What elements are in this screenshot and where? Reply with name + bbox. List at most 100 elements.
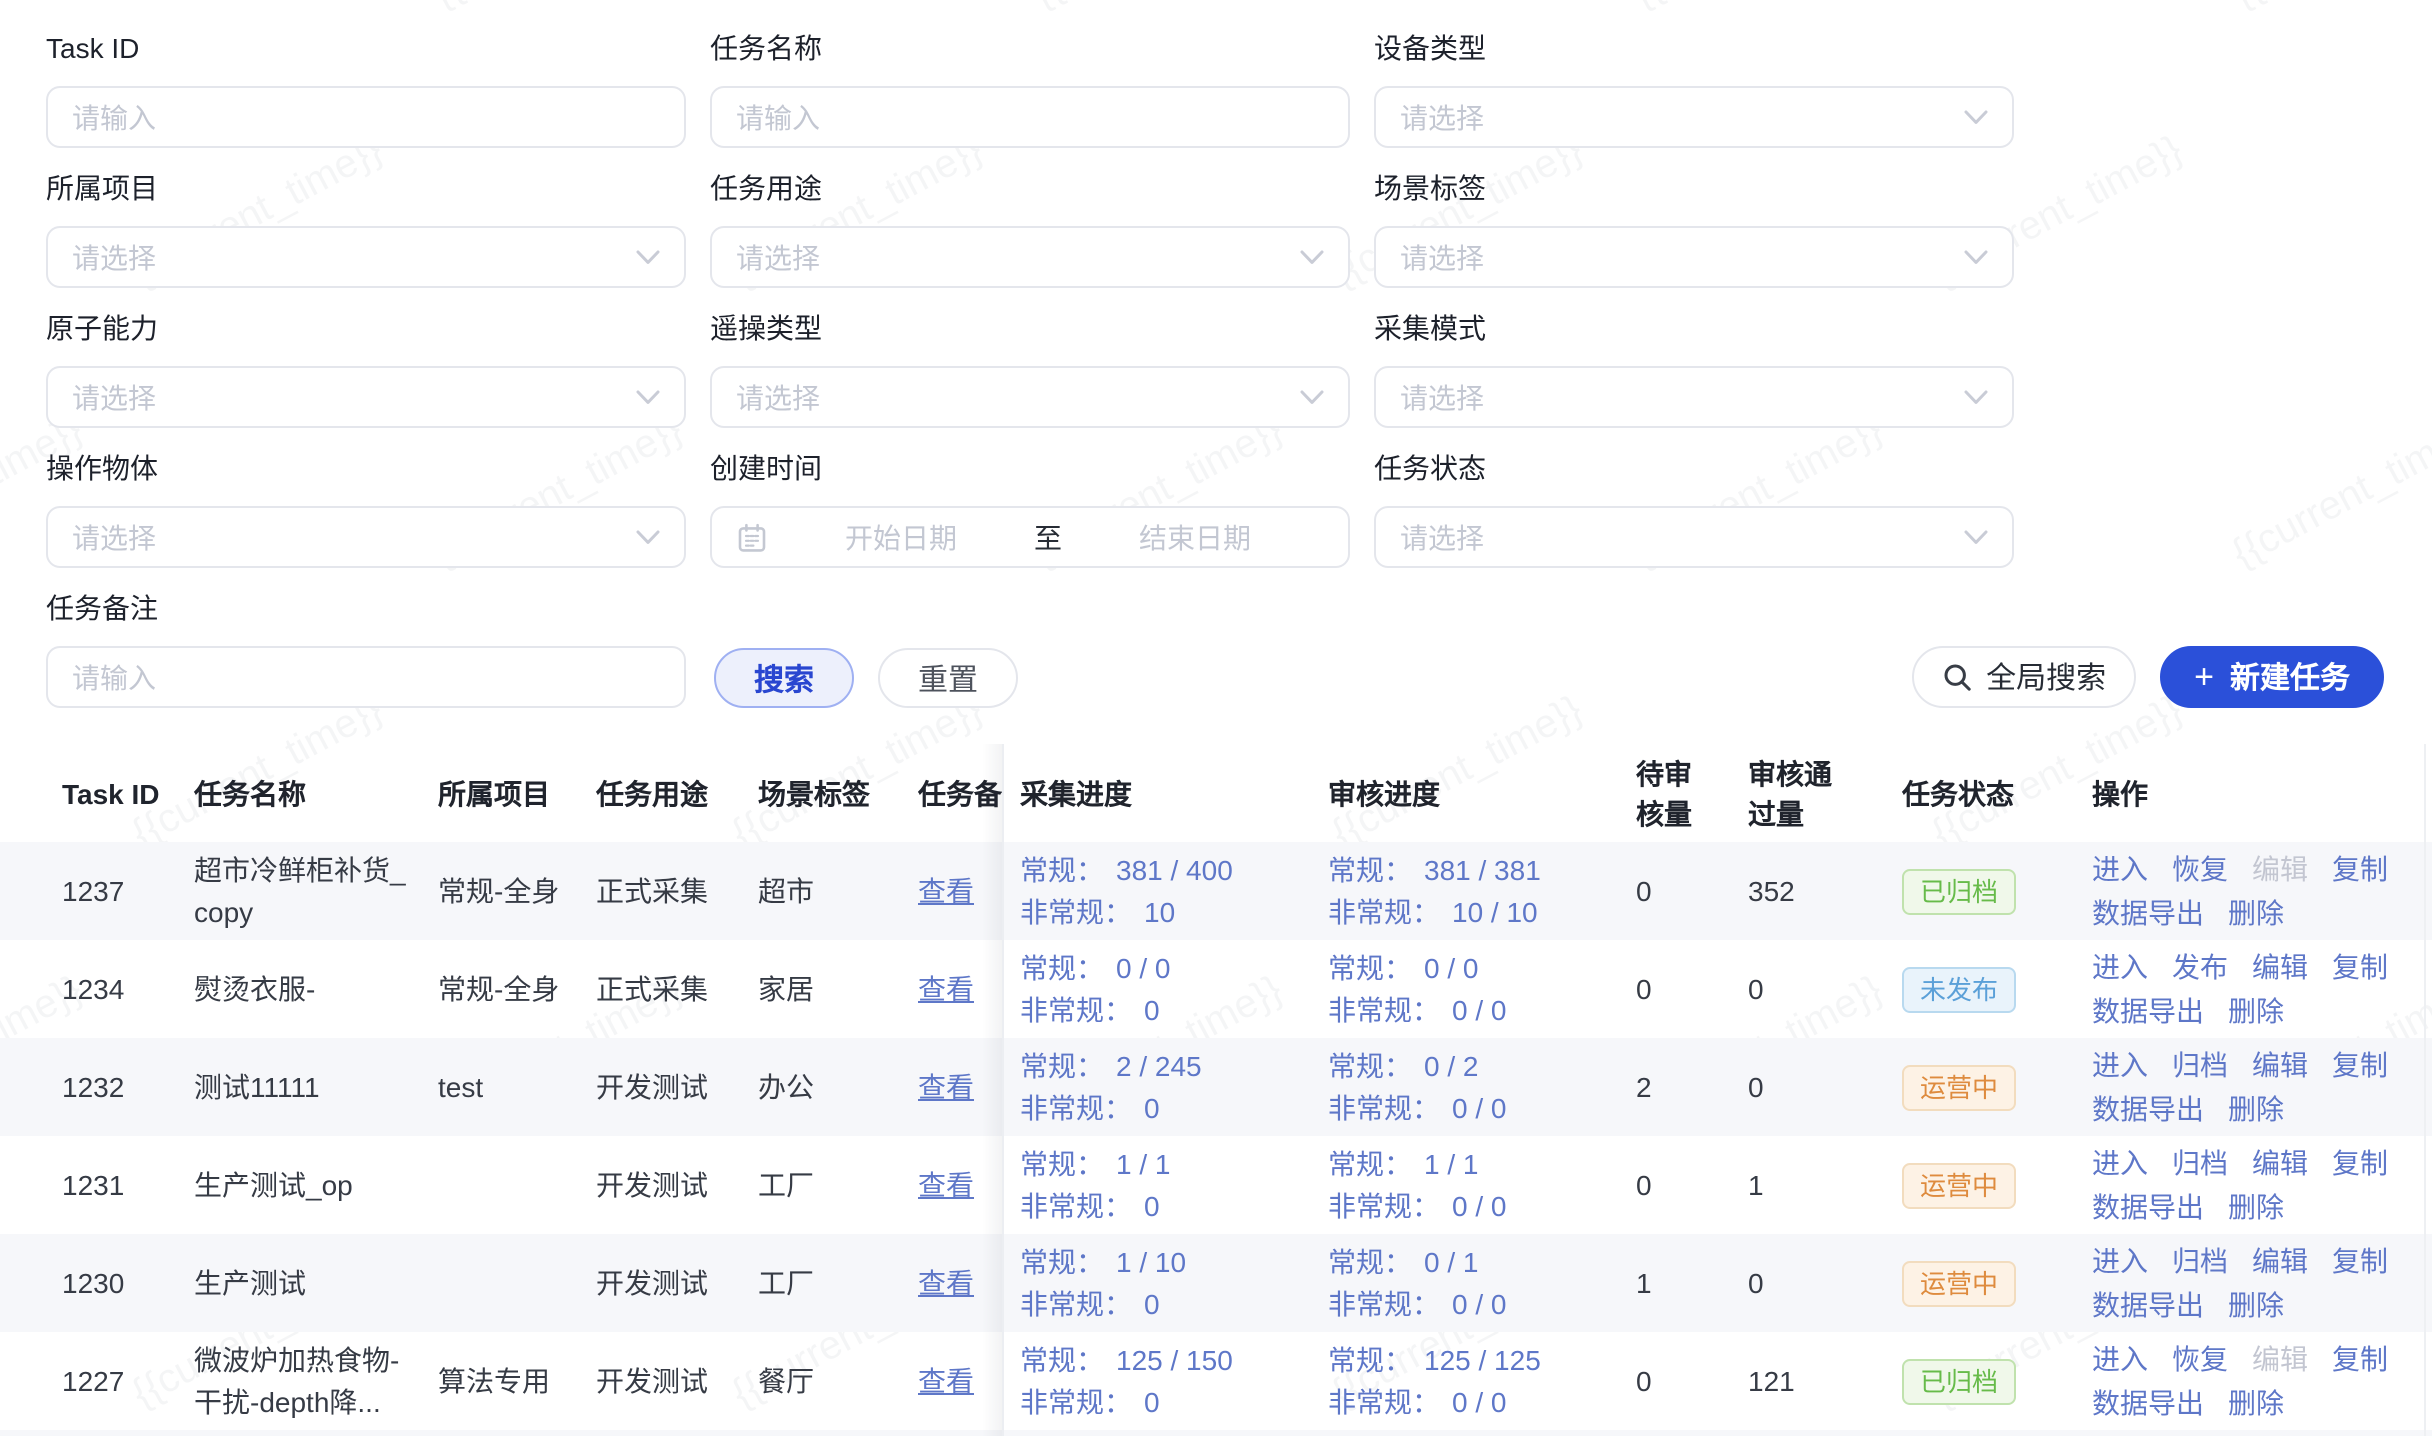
task-management-page: {{current_time}}{{current_time}}{{curren… xyxy=(0,0,2432,1436)
scene-tag-select[interactable]: 请选择 xyxy=(1374,226,2014,288)
action-delete-link[interactable]: 删除 xyxy=(2228,1088,2284,1130)
task-id-cell: 1231 xyxy=(62,1164,182,1206)
row-actions: 进入发布编辑复制数据导出删除 xyxy=(2092,946,2408,1032)
reset-button[interactable]: 重置 xyxy=(878,648,1018,708)
operation-object-select[interactable]: 请选择 xyxy=(46,506,686,568)
approved-count: 0 xyxy=(1748,1262,1876,1304)
action-archive-link[interactable]: 归档 xyxy=(2172,1240,2228,1282)
task-purpose-select[interactable]: 请选择 xyxy=(710,226,1350,288)
progress-label: 常规： xyxy=(1328,853,1412,885)
scene-tag-label: 场景标签 xyxy=(1374,168,2014,208)
approved-count: 0 xyxy=(1748,968,1876,1010)
column-header: 任务名称 xyxy=(194,773,414,813)
progress-line: 非常规：0 xyxy=(1020,989,1316,1031)
action-export-data-link[interactable]: 数据导出 xyxy=(2092,1186,2204,1228)
global-search-button[interactable]: 全局搜索 xyxy=(1912,646,2136,708)
search-button[interactable]: 搜索 xyxy=(714,648,854,708)
status-cell: 运营中 xyxy=(1902,1162,2092,1208)
action-copy-link[interactable]: 复制 xyxy=(2332,1338,2388,1380)
atomic-capability-select[interactable]: 请选择 xyxy=(46,366,686,428)
task-name-cell: 熨烫衣服- xyxy=(194,968,414,1010)
action-export-data-link[interactable]: 数据导出 xyxy=(2092,1088,2204,1130)
action-delete-link[interactable]: 删除 xyxy=(2228,892,2284,934)
action-archive-link[interactable]: 归档 xyxy=(2172,1044,2228,1086)
action-edit-link[interactable]: 编辑 xyxy=(2252,1240,2308,1282)
action-archive-link[interactable]: 归档 xyxy=(2172,1142,2228,1184)
view-remark-link[interactable]: 查看 xyxy=(918,1168,974,1200)
collection-mode-placeholder: 请选择 xyxy=(1400,377,1964,417)
action-enter-link[interactable]: 进入 xyxy=(2092,1240,2148,1282)
review-progress-cell: 常规：125 / 125非常规：0 / 0 xyxy=(1328,1339,1624,1423)
progress-label: 非常规： xyxy=(1328,895,1440,927)
action-delete-link[interactable]: 删除 xyxy=(2228,1382,2284,1424)
action-copy-link[interactable]: 复制 xyxy=(2332,1240,2388,1282)
action-copy-link[interactable]: 复制 xyxy=(2332,946,2388,988)
view-remark-link[interactable]: 查看 xyxy=(918,874,974,906)
new-task-button[interactable]: + 新建任务 xyxy=(2160,646,2384,708)
action-copy-link[interactable]: 复制 xyxy=(2332,1044,2388,1086)
action-export-data-link[interactable]: 数据导出 xyxy=(2092,1382,2204,1424)
status-cell: 已归档 xyxy=(1902,1358,2092,1404)
action-restore-link[interactable]: 恢复 xyxy=(2172,1338,2228,1380)
action-export-data-link[interactable]: 数据导出 xyxy=(2092,892,2204,934)
progress-value: 0 / 0 xyxy=(1452,1287,1507,1319)
progress-line: 常规：0 / 0 xyxy=(1020,947,1316,989)
pending-review-count: 0 xyxy=(1636,968,1732,1010)
action-restore-link[interactable]: 恢复 xyxy=(2172,848,2228,890)
action-export-data-link[interactable]: 数据导出 xyxy=(2092,1284,2204,1326)
chevron-down-icon xyxy=(1964,389,1988,405)
action-edit-link[interactable]: 编辑 xyxy=(2252,848,2308,890)
create-time-range-picker[interactable]: 开始日期至结束日期 xyxy=(710,506,1350,568)
view-remark-link[interactable]: 查看 xyxy=(918,1364,974,1396)
action-enter-link[interactable]: 进入 xyxy=(2092,1044,2148,1086)
row-actions: 进入归档编辑复制数据导出删除 xyxy=(2092,1044,2408,1130)
action-export-data-link[interactable]: 数据导出 xyxy=(2092,990,2204,1032)
action-delete-link[interactable]: 删除 xyxy=(2228,1284,2284,1326)
view-remark-link[interactable]: 查看 xyxy=(918,972,974,1004)
progress-label: 常规： xyxy=(1328,1049,1412,1081)
view-remark-link[interactable]: 查看 xyxy=(918,1266,974,1298)
task-name-input[interactable] xyxy=(736,101,1324,133)
filter-field-project: 所属项目请选择 xyxy=(46,168,686,288)
row-actions: 进入恢复编辑复制数据导出删除 xyxy=(2092,848,2408,934)
task-name-label: 任务名称 xyxy=(710,28,1350,68)
create-time-label: 创建时间 xyxy=(710,448,1350,488)
action-edit-link[interactable]: 编辑 xyxy=(2252,1044,2308,1086)
chevron-down-icon xyxy=(636,529,660,545)
approved-count: 352 xyxy=(1748,870,1876,912)
column-header: 待审核量 xyxy=(1636,753,1732,833)
pending-review-count: 1 xyxy=(1636,1262,1732,1304)
task-id-cell: 1227 xyxy=(62,1360,182,1402)
action-edit-link[interactable]: 编辑 xyxy=(2252,946,2308,988)
scene-tag-cell: 办公 xyxy=(758,1066,902,1108)
action-edit-link[interactable]: 编辑 xyxy=(2252,1338,2308,1380)
action-enter-link[interactable]: 进入 xyxy=(2092,848,2148,890)
action-enter-link[interactable]: 进入 xyxy=(2092,1142,2148,1184)
task-status-select[interactable]: 请选择 xyxy=(1374,506,2014,568)
project-select[interactable]: 请选择 xyxy=(46,226,686,288)
chevron-down-icon xyxy=(636,249,660,265)
action-delete-link[interactable]: 删除 xyxy=(2228,990,2284,1032)
collection-mode-select[interactable]: 请选择 xyxy=(1374,366,2014,428)
action-enter-link[interactable]: 进入 xyxy=(2092,1338,2148,1380)
status-cell: 运营中 xyxy=(1902,1064,2092,1110)
action-enter-link[interactable]: 进入 xyxy=(2092,946,2148,988)
row-actions: 进入恢复编辑复制数据导出删除 xyxy=(2092,1338,2408,1424)
teleop-type-select[interactable]: 请选择 xyxy=(710,366,1350,428)
progress-value: 0 xyxy=(1144,1287,1160,1319)
task-id-input[interactable] xyxy=(72,101,660,133)
progress-line: 非常规：10 xyxy=(1020,891,1316,933)
device-type-select[interactable]: 请选择 xyxy=(1374,86,2014,148)
action-edit-link[interactable]: 编辑 xyxy=(2252,1142,2308,1184)
action-copy-link[interactable]: 复制 xyxy=(2332,1142,2388,1184)
view-remark-link[interactable]: 查看 xyxy=(918,1070,974,1102)
progress-value: 0 / 0 xyxy=(1424,951,1479,983)
purpose-cell: 正式采集 xyxy=(596,968,740,1010)
action-publish-link[interactable]: 发布 xyxy=(2172,946,2228,988)
action-copy-link[interactable]: 复制 xyxy=(2332,848,2388,890)
task-table: Task ID任务名称所属项目任务用途场景标签任务备注采集进度审核进度待审核量审… xyxy=(0,744,2432,1436)
column-header-label: 场景标签 xyxy=(758,777,870,809)
task-remark-input[interactable] xyxy=(72,661,660,693)
action-delete-link[interactable]: 删除 xyxy=(2228,1186,2284,1228)
review-progress-cell: 常规：0 / 0非常规：0 / 0 xyxy=(1328,947,1624,1031)
